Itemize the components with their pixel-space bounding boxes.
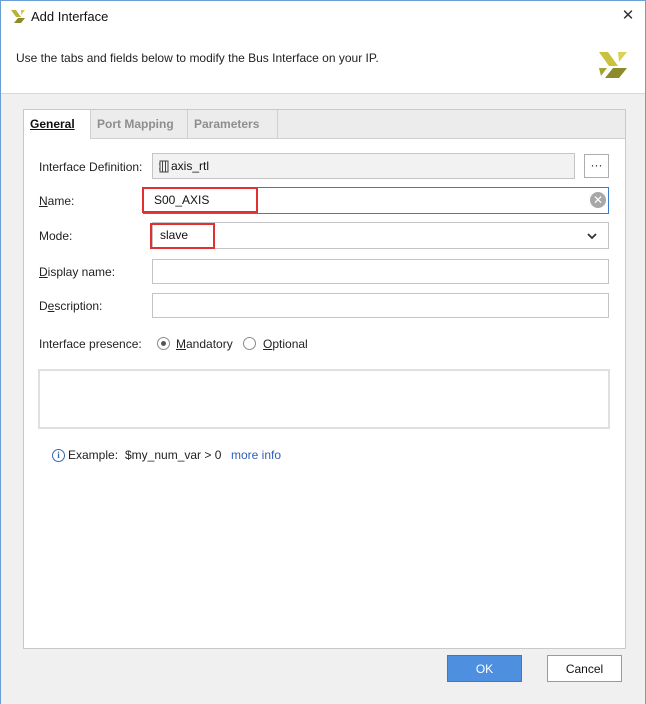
tab-general[interactable]: General	[24, 110, 91, 139]
optional-label[interactable]: Optional	[263, 337, 308, 351]
tab-label: Port Mapping	[97, 117, 174, 131]
tab-panel: General Port Mapping Parameters Interfac…	[23, 109, 626, 649]
interface-definition-label: Interface Definition:	[39, 160, 143, 174]
window-title: Add Interface	[31, 9, 109, 24]
description-input[interactable]	[152, 293, 609, 318]
header-area: Use the tabs and fields below to modify …	[1, 32, 645, 92]
xilinx-logo-icon	[599, 52, 627, 78]
name-highlight-box	[142, 187, 258, 213]
clear-icon[interactable]: ✕	[590, 192, 606, 208]
browse-button[interactable]: ···	[584, 154, 609, 178]
dialog-body: General Port Mapping Parameters Interfac…	[1, 93, 645, 704]
add-interface-dialog: Add Interface ✕ Use the tabs and fields …	[0, 0, 646, 704]
header-description: Use the tabs and fields below to modify …	[16, 51, 379, 65]
example-prefix: Example:	[68, 448, 119, 462]
more-info-link[interactable]: more info	[231, 448, 281, 462]
interface-definition-value: axis_rtl	[171, 159, 210, 173]
interface-presence-label: Interface presence:	[39, 337, 142, 351]
title-bar: Add Interface ✕	[1, 1, 645, 32]
tab-label: General	[30, 117, 75, 131]
tab-bar: General Port Mapping Parameters	[24, 110, 625, 139]
mode-select[interactable]: slave	[152, 222, 609, 249]
example-code: $my_num_var > 0	[125, 448, 222, 462]
interface-definition-field: axis_rtl	[152, 153, 575, 179]
xilinx-logo-icon	[11, 10, 25, 23]
description-label: Description:	[39, 299, 103, 313]
ok-button[interactable]: OK	[447, 655, 522, 682]
name-label: Name:	[39, 194, 75, 208]
tab-label: Parameters	[194, 117, 260, 131]
chevron-down-icon	[587, 233, 597, 240]
cancel-button[interactable]: Cancel	[547, 655, 622, 682]
interface-icon	[159, 160, 169, 173]
expression-text-area[interactable]	[38, 369, 610, 429]
display-name-label: Display name:	[39, 265, 116, 279]
tab-port-mapping[interactable]: Port Mapping	[91, 110, 188, 138]
close-icon[interactable]: ✕	[617, 5, 639, 27]
mandatory-radio[interactable]	[157, 337, 170, 350]
name-label-rest: ame:	[47, 194, 75, 208]
mandatory-label[interactable]: Mandatory	[176, 337, 233, 351]
info-icon: i	[52, 449, 65, 462]
optional-radio[interactable]	[243, 337, 256, 350]
mode-label: Mode:	[39, 229, 73, 243]
display-name-input[interactable]	[152, 259, 609, 284]
mode-highlight-box	[150, 223, 215, 249]
tab-parameters[interactable]: Parameters	[188, 110, 278, 138]
